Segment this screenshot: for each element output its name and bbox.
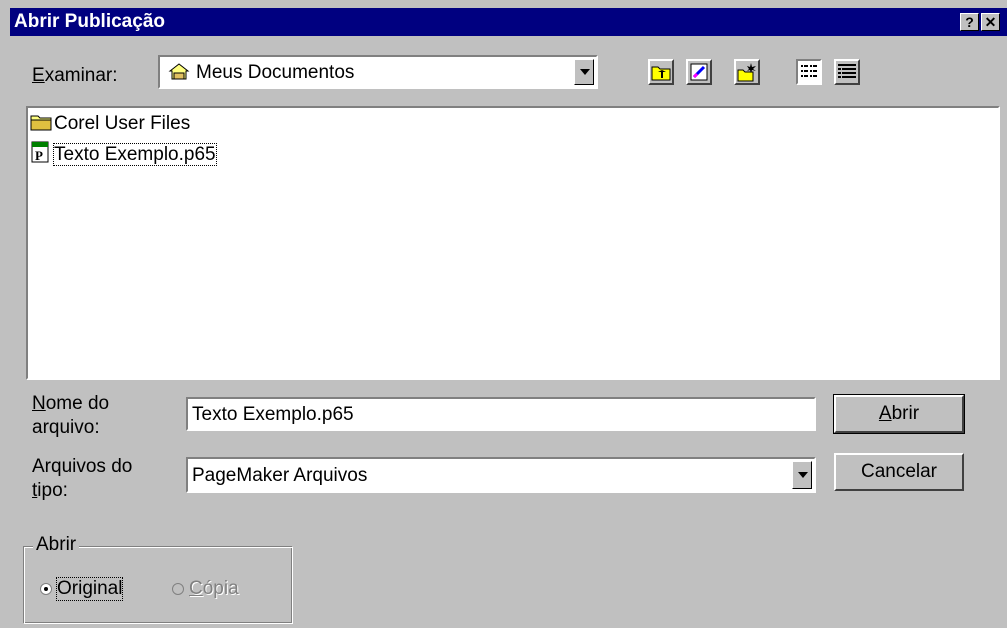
open-mode-legend: Abrir (33, 534, 80, 556)
filename-label: Nome do arquivo: (32, 393, 110, 438)
lookin-dropdown-button[interactable] (574, 59, 594, 85)
pagemaker-file-icon: P (31, 141, 49, 163)
file-name: Texto Exemplo.p65 (53, 143, 217, 166)
lookin-combo[interactable]: Meus Documentos (158, 55, 598, 89)
up-one-level-icon (651, 66, 671, 81)
list-item[interactable]: P Texto Exemplo.p65 (30, 140, 217, 166)
filetype-dropdown-button[interactable] (792, 461, 812, 489)
favorites-button[interactable] (686, 59, 712, 85)
help-button[interactable]: ? (960, 13, 979, 31)
radio-selected-icon (40, 583, 52, 595)
filetype-value: PageMaker Arquivos (192, 465, 368, 486)
list-item[interactable]: Corel User Files (30, 112, 190, 135)
details-view-icon (838, 64, 856, 78)
cancel-button[interactable]: Cancelar (834, 453, 964, 491)
window-title: Abrir Publicação (14, 11, 165, 32)
new-folder-icon (737, 63, 756, 82)
file-list[interactable]: Corel User Files P Texto Exemplo.p65 (26, 106, 1000, 380)
home-folder-icon (168, 61, 190, 87)
radio-unselected-icon (172, 583, 184, 595)
file-name: Corel User Files (54, 113, 191, 134)
copy-label: Cópia (189, 578, 239, 599)
filename-input[interactable]: Texto Exemplo.p65 (186, 397, 816, 431)
svg-text:P: P (35, 148, 43, 163)
details-view-button[interactable] (834, 59, 860, 85)
up-one-level-button[interactable] (648, 59, 674, 85)
lookin-value: Meus Documentos (196, 62, 355, 83)
original-label: Original (55, 577, 124, 601)
list-view-button[interactable] (796, 59, 822, 85)
title-bar[interactable]: Abrir Publicação ? ✕ (10, 8, 1007, 36)
filetype-combo[interactable]: PageMaker Arquivos (186, 457, 816, 493)
close-icon: ✕ (984, 14, 997, 30)
lookin-label: Examinar: (32, 65, 118, 86)
close-button[interactable]: ✕ (981, 13, 1000, 31)
open-button[interactable]: Abrir (833, 394, 965, 434)
filename-value: Texto Exemplo.p65 (192, 404, 354, 425)
folder-icon (30, 115, 52, 131)
new-folder-button[interactable] (734, 59, 760, 85)
favorites-icon (690, 63, 708, 81)
help-icon: ? (965, 14, 974, 30)
list-view-icon (801, 65, 817, 77)
filetype-label: Arquivos do tipo: (32, 456, 133, 501)
